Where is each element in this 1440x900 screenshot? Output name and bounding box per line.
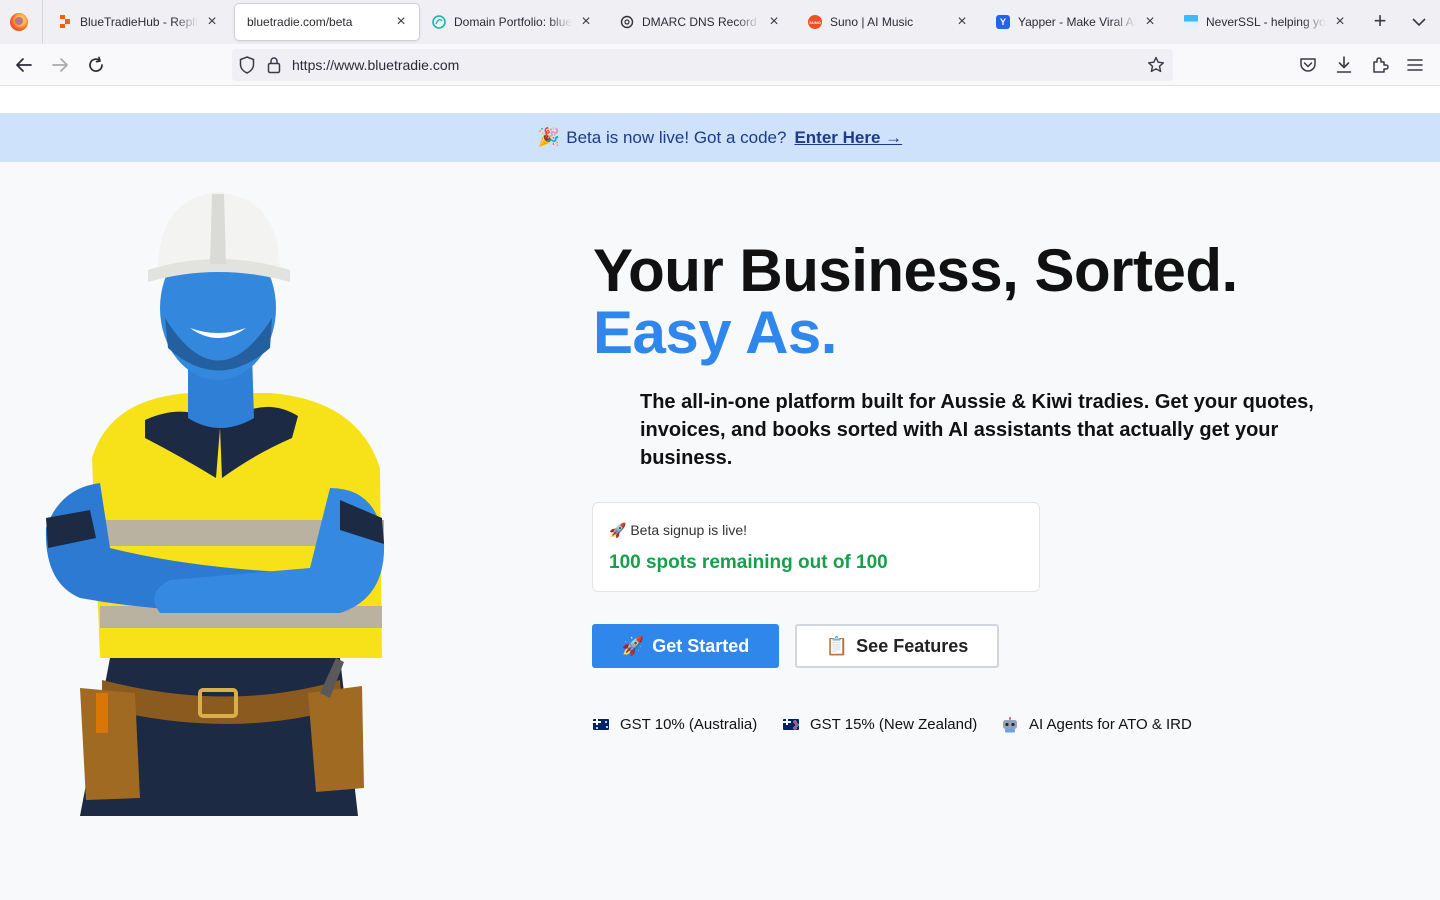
beta-signup-text: Beta signup is live! [630, 522, 748, 538]
beta-banner: 🎉 Beta is now live! Got a code? Enter He… [0, 113, 1440, 162]
feature-gst-australia: GST 10% (Australia) [593, 716, 757, 733]
replit-icon [58, 15, 72, 29]
see-features-button[interactable]: 📋 See Features [795, 624, 999, 668]
domain-portfolio-icon [432, 15, 446, 29]
extensions-icon[interactable] [1368, 53, 1392, 77]
tradie-hero-image [45, 192, 385, 816]
tab-neverssl[interactable]: NeverSSL - helping you get online × [1172, 4, 1358, 40]
tab-title: Suno | AI Music [830, 15, 914, 29]
new-tab-icon[interactable]: + [1368, 10, 1392, 34]
page-header-strip [0, 86, 1440, 113]
suno-icon: SUNO [808, 15, 822, 29]
tab-close-icon[interactable]: × [954, 14, 970, 30]
browser-tab-bar: BlueTradieHub - Replit × bluetradie.com/… [0, 0, 1440, 44]
forward-icon[interactable] [48, 53, 72, 77]
bookmark-star-icon[interactable] [1147, 56, 1165, 79]
rocket-icon: 🚀 [621, 635, 645, 656]
yapper-icon: Y [996, 15, 1010, 29]
headline-line-1: Your Business, Sorted. [593, 237, 1238, 304]
shield-icon[interactable] [239, 56, 255, 79]
tab-close-icon[interactable]: × [766, 14, 782, 30]
url-text[interactable]: https://www.bluetradie.com [292, 57, 459, 73]
rocket-icon: 🚀 [609, 522, 627, 538]
hero-headline: Your Business, Sorted. Easy As. [593, 240, 1238, 364]
neverssl-icon [1184, 15, 1198, 29]
lock-icon[interactable] [267, 56, 281, 79]
tab-title: NeverSSL - helping you get online [1206, 15, 1326, 29]
feature-ai-agents: AI Agents for ATO & IRD [1001, 716, 1192, 733]
see-features-label: See Features [856, 635, 969, 656]
browser-nav-bar: https://www.bluetradie.com [0, 44, 1440, 86]
party-popper-icon: 🎉 [537, 127, 561, 147]
tab-suno[interactable]: SUNO Suno | AI Music × [796, 4, 980, 40]
tab-close-icon[interactable]: × [578, 14, 594, 30]
tab-dmarc-dns[interactable]: DMARC DNS Record Explained × [608, 4, 792, 40]
download-icon[interactable] [1332, 53, 1356, 77]
tab-close-icon[interactable]: × [1142, 14, 1158, 30]
openai-icon [620, 15, 634, 29]
beta-signup-card: 🚀 Beta signup is live! 100 spots remaini… [592, 502, 1040, 592]
yapper-icon-label: Y [999, 17, 1006, 27]
back-icon[interactable] [12, 53, 36, 77]
tab-list-icon[interactable] [1408, 12, 1430, 32]
clipboard-icon: 📋 [825, 635, 849, 656]
australia-flag-icon [593, 719, 609, 730]
tab-title: DMARC DNS Record Explained [642, 15, 760, 29]
new-zealand-flag-icon [783, 719, 799, 730]
hero-subheadline: The all-in-one platform built for Aussie… [640, 391, 1314, 469]
tab-title: bluetradie.com/beta [247, 15, 353, 29]
firefox-logo-icon[interactable] [10, 13, 28, 31]
get-started-button[interactable]: 🚀 Get Started [592, 624, 779, 668]
tab-separator [42, 0, 43, 44]
tab-title: Domain Portfolio: bluetradie [454, 15, 572, 29]
feature-text: GST 10% (Australia) [620, 716, 758, 733]
tab-close-icon[interactable]: × [1332, 14, 1348, 30]
spots-remaining: 100 spots remaining out of 100 [609, 552, 888, 573]
banner-text: Beta is now live! Got a code? [566, 127, 787, 147]
tab-yapper[interactable]: Y Yapper - Make Viral AI Videos × [984, 4, 1168, 40]
get-started-label: Get Started [652, 635, 750, 656]
feature-gst-new-zealand: GST 15% (New Zealand) [783, 716, 977, 733]
tab-title: Yapper - Make Viral AI Videos [1018, 15, 1136, 29]
reload-icon[interactable] [84, 53, 108, 77]
feature-text: AI Agents for ATO & IRD [1029, 716, 1192, 733]
pocket-icon[interactable] [1296, 53, 1320, 77]
tab-domain-portfolio[interactable]: Domain Portfolio: bluetradie × [420, 4, 604, 40]
tab-bluetradiehub-replit[interactable]: BlueTradieHub - Replit × [46, 4, 230, 40]
feature-text: GST 15% (New Zealand) [810, 716, 978, 733]
tab-close-icon[interactable]: × [393, 14, 409, 30]
beta-signup-label: 🚀 Beta signup is live! [609, 522, 747, 539]
tab-bluetradie-beta[interactable]: bluetradie.com/beta × [235, 4, 419, 40]
address-bar[interactable]: https://www.bluetradie.com [232, 49, 1173, 81]
menu-icon[interactable] [1403, 53, 1427, 77]
headline-line-2: Easy As. [593, 299, 837, 366]
robot-icon [1001, 716, 1019, 733]
tab-title: BlueTradieHub - Replit [80, 15, 198, 29]
tab-close-icon[interactable]: × [204, 14, 220, 30]
suno-icon-label: SUNO [809, 19, 821, 25]
enter-code-link[interactable]: Enter Here → [794, 128, 902, 148]
